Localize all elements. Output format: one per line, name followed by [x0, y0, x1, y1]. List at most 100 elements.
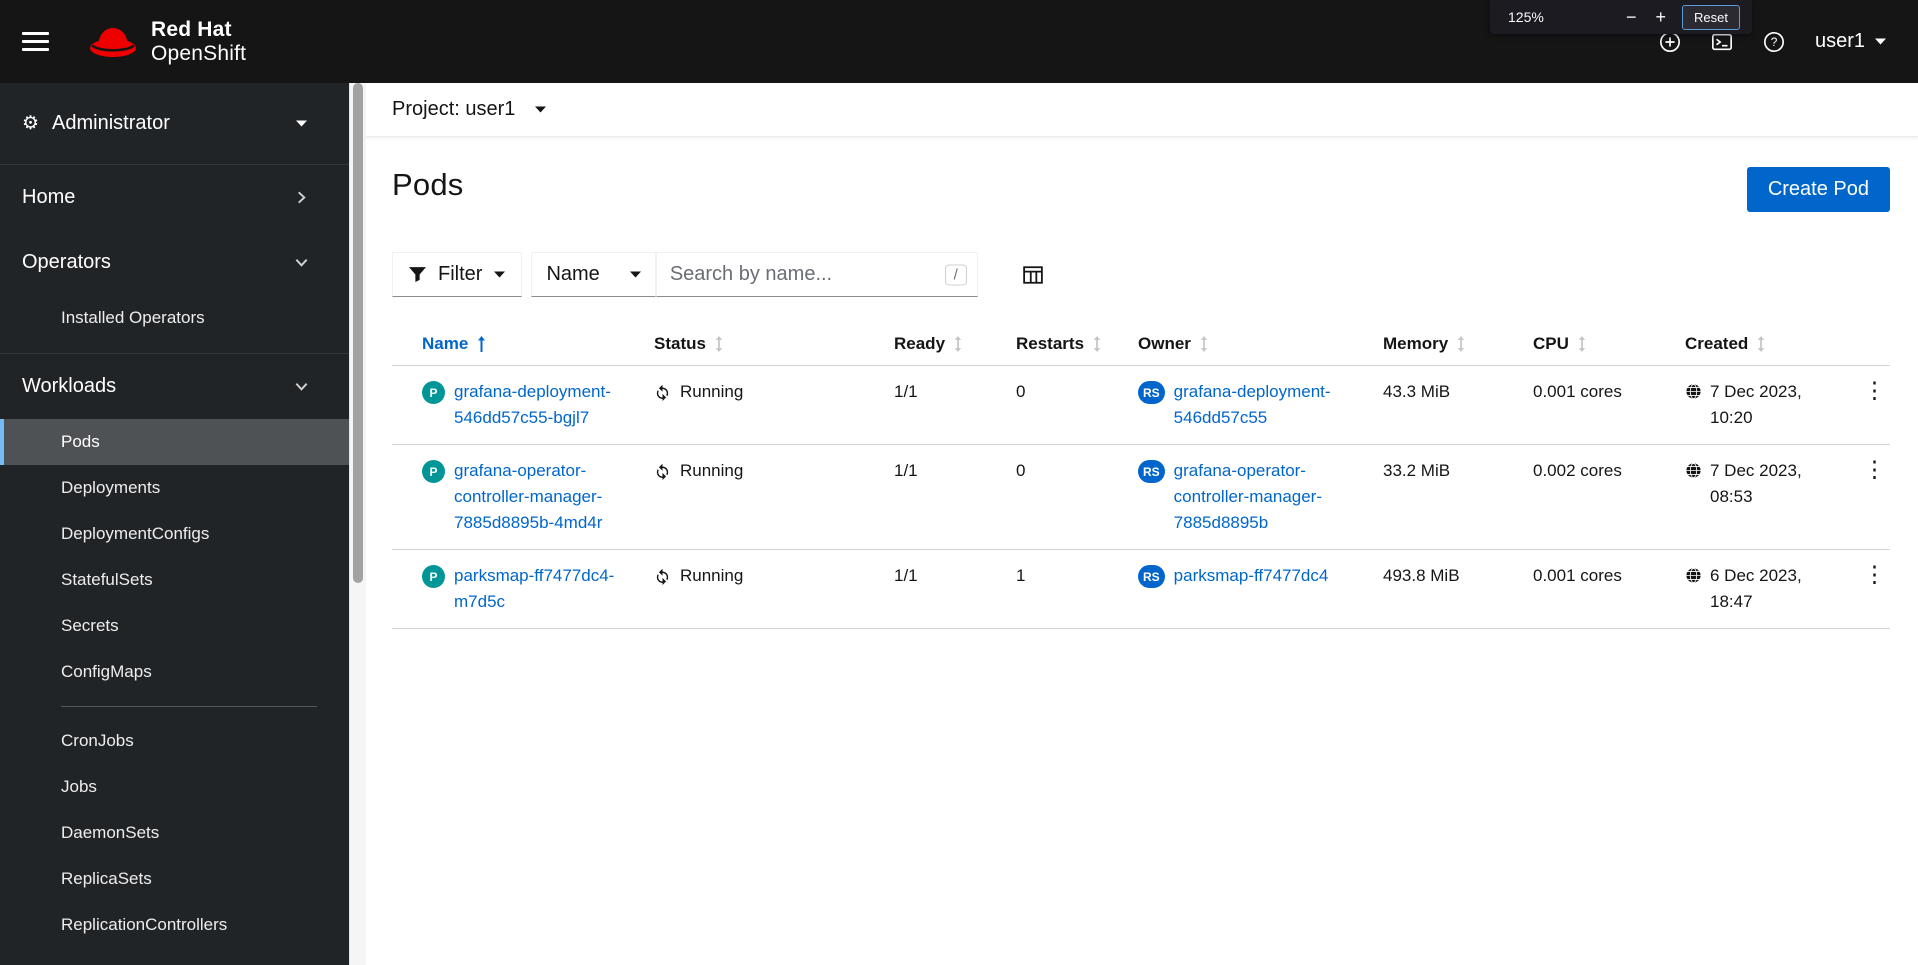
sort-icon [1200, 336, 1208, 352]
column-header-memory[interactable]: Memory [1371, 325, 1521, 366]
chevron-down-icon [295, 259, 308, 267]
column-header-ready[interactable]: Ready [882, 325, 1004, 366]
ready-cell: 1/1 [882, 444, 1004, 550]
table-row: P parksmap-ff7477dc4-m7d5c Running 1/1 1… [392, 549, 1890, 629]
sidebar-item-jobs[interactable]: Jobs [0, 764, 349, 810]
create-pod-button[interactable]: Create Pod [1746, 167, 1890, 212]
sidebar-item-deployments[interactable]: Deployments [0, 465, 349, 511]
sidebar: ⚙ Administrator Home Operators Installed [0, 83, 349, 965]
app-body: ⚙ Administrator Home Operators Installed [0, 83, 1918, 965]
hamburger-icon [22, 32, 49, 35]
zoom-level: 125% [1508, 9, 1544, 25]
status-text: Running [680, 566, 744, 585]
created-text: 7 Dec 2023, 08:53 [1710, 461, 1802, 506]
restarts-cell: 0 [1004, 365, 1126, 445]
owner-link[interactable]: parksmap-ff7477dc4 [1174, 563, 1329, 589]
perspective-switcher[interactable]: ⚙ Administrator [0, 83, 349, 165]
help-icon[interactable]: ? [1763, 31, 1785, 53]
table-row: P grafana-operator-controller-manager-78… [392, 444, 1890, 550]
caret-down-icon [494, 271, 506, 278]
chevron-down-icon [295, 383, 308, 391]
sidebar-item-installed-operators[interactable]: Installed Operators [0, 295, 349, 341]
status-cell: Running [654, 379, 870, 405]
columns-icon [1023, 265, 1043, 284]
kebab-menu-button[interactable]: ⋮ [1855, 458, 1894, 481]
pods-table: Name Status Ready Restarts Owner Memory … [392, 325, 1890, 629]
shortcut-hint: / [944, 264, 967, 285]
kebab-menu-button[interactable]: ⋮ [1855, 563, 1894, 586]
filter-icon [409, 267, 426, 282]
pod-name-link[interactable]: grafana-deployment-546dd57c55-bgjl7 [454, 379, 630, 431]
masthead: Red Hat OpenShift ? user1 125% − + Reset [0, 0, 1918, 83]
zoom-in-button[interactable]: + [1653, 8, 1670, 26]
cpu-cell: 0.001 cores [1521, 365, 1673, 445]
sidebar-item-deploymentconfigs[interactable]: DeploymentConfigs [0, 511, 349, 557]
owner-link[interactable]: grafana-deployment-546dd57c55 [1174, 379, 1359, 431]
sidebar-item-statefulsets[interactable]: StatefulSets [0, 557, 349, 603]
replicaset-badge: RS [1138, 565, 1165, 588]
sort-icon [715, 336, 723, 352]
sidebar-item-replicationcontrollers[interactable]: ReplicationControllers [0, 902, 349, 948]
sidebar-item-operators[interactable]: Operators [0, 230, 349, 295]
pod-name-link[interactable]: grafana-operator-controller-manager-7885… [454, 458, 630, 536]
page-header: Pods Create Pod [366, 137, 1918, 212]
nav-toggle-button[interactable] [22, 22, 62, 62]
globe-icon [1686, 567, 1701, 584]
table-header-row: Name Status Ready Restarts Owner Memory … [392, 325, 1890, 366]
sync-icon [656, 384, 669, 401]
sort-icon [1457, 336, 1465, 352]
chevron-right-icon [298, 191, 306, 204]
sidebar-scrollbar[interactable] [349, 83, 366, 965]
sidebar-item-home[interactable]: Home [0, 165, 349, 230]
caret-down-icon [629, 271, 641, 278]
sidebar-item-pods[interactable]: Pods [0, 419, 349, 465]
sidebar-item-daemonsets[interactable]: DaemonSets [0, 810, 349, 856]
ready-cell: 1/1 [882, 549, 1004, 629]
column-header-restarts[interactable]: Restarts [1004, 325, 1126, 366]
pod-badge: P [422, 381, 445, 404]
sort-icon [954, 336, 962, 352]
project-bar: Project: user1 [366, 83, 1918, 137]
search-input[interactable] [655, 252, 978, 297]
column-header-owner[interactable]: Owner [1126, 325, 1371, 366]
sort-icon [1578, 336, 1586, 352]
pod-name-link[interactable]: parksmap-ff7477dc4-m7d5c [454, 563, 630, 615]
perspective-label: Administrator [52, 112, 170, 134]
replicaset-badge: RS [1138, 460, 1165, 483]
brand-line2: OpenShift [151, 41, 247, 65]
owner-link[interactable]: grafana-operator-controller-manager-7885… [1174, 458, 1359, 536]
kebab-menu-button[interactable]: ⋮ [1855, 379, 1894, 402]
sidebar-item-replicasets[interactable]: ReplicaSets [0, 856, 349, 902]
scrollbar-thumb[interactable] [353, 83, 363, 583]
sidebar-item-configmaps[interactable]: ConfigMaps [0, 649, 349, 695]
column-header-name[interactable]: Name [392, 325, 642, 366]
search-attribute-dropdown[interactable]: Name [531, 252, 656, 297]
zoom-indicator-popup: 125% − + Reset [1490, 0, 1752, 34]
column-header-created[interactable]: Created [1673, 325, 1843, 366]
ready-cell: 1/1 [882, 365, 1004, 445]
manage-columns-button[interactable] [1023, 265, 1043, 284]
column-header-actions [1843, 325, 1890, 366]
column-header-cpu[interactable]: CPU [1521, 325, 1673, 366]
caret-down-icon [1875, 38, 1886, 45]
project-selector-caret-icon[interactable] [535, 106, 547, 113]
sort-ascending-icon [478, 336, 486, 352]
user-menu-label: user1 [1814, 30, 1865, 52]
sidebar-item-cronjobs[interactable]: CronJobs [0, 718, 349, 764]
status-cell: Running [654, 458, 870, 484]
restarts-cell: 0 [1004, 444, 1126, 550]
redhat-openshift-logo: Red Hat OpenShift [88, 18, 246, 66]
globe-icon [1686, 462, 1701, 479]
zoom-out-button[interactable]: − [1623, 8, 1640, 26]
replicaset-badge: RS [1138, 381, 1165, 404]
sidebar-item-secrets[interactable]: Secrets [0, 603, 349, 649]
globe-icon [1686, 383, 1701, 400]
filter-dropdown[interactable]: Filter [392, 252, 523, 297]
column-header-status[interactable]: Status [642, 325, 882, 366]
zoom-reset-button[interactable]: Reset [1682, 4, 1740, 30]
toolbar: Filter Name / [366, 212, 1918, 297]
project-selector-label: Project: user1 [392, 98, 516, 120]
sort-icon [1093, 336, 1101, 352]
user-menu[interactable]: user1 [1815, 30, 1886, 53]
sidebar-item-workloads[interactable]: Workloads [0, 354, 349, 419]
